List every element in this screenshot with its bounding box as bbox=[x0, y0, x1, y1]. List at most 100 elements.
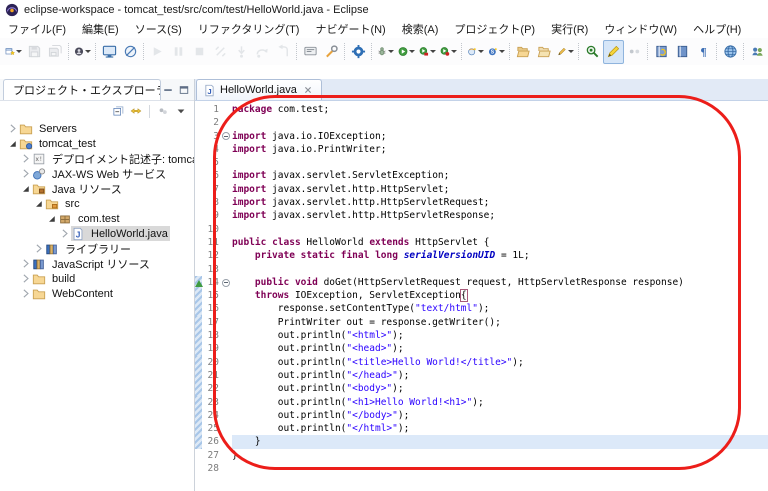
chevron-down-icon[interactable] bbox=[32, 197, 45, 210]
line-number[interactable]: 21 bbox=[202, 369, 219, 382]
line-number[interactable]: 4 bbox=[202, 143, 219, 156]
source-text[interactable]: out.println("</body>"); bbox=[232, 409, 768, 422]
line-number[interactable]: 11 bbox=[202, 236, 219, 249]
debug-dropdown-icon[interactable] bbox=[388, 50, 394, 53]
source-text[interactable]: import javax.servlet.http.HttpServletRes… bbox=[232, 209, 768, 222]
line-number[interactable]: 23 bbox=[202, 396, 219, 409]
line-number[interactable]: 16 bbox=[202, 302, 219, 315]
source-text[interactable]: import java.io.PrintWriter; bbox=[232, 143, 768, 156]
line-number[interactable]: 27 bbox=[202, 449, 219, 462]
line-number[interactable]: 7 bbox=[202, 183, 219, 196]
toolbar-debug-button[interactable] bbox=[375, 40, 396, 64]
source-text[interactable]: out.println("<body>"); bbox=[232, 382, 768, 395]
source-text[interactable]: out.println("<h1>Hello World!<h1>"); bbox=[232, 396, 768, 409]
source-text[interactable]: import java.io.IOException; bbox=[232, 130, 768, 143]
source-text[interactable]: import javax.servlet.http.HttpServlet; bbox=[232, 183, 768, 196]
chevron-right-icon[interactable] bbox=[6, 122, 19, 135]
code-line-12[interactable]: 12 private static final long serialVersi… bbox=[195, 249, 768, 262]
code-line-11[interactable]: 11 public class HelloWorld extends HttpSe… bbox=[195, 236, 768, 249]
profile-dropdown-icon[interactable] bbox=[451, 50, 457, 53]
tree-item-libraries[interactable]: ライブラリー bbox=[0, 241, 194, 256]
line-number[interactable]: 18 bbox=[202, 329, 219, 342]
source-text[interactable]: out.println("</html>"); bbox=[232, 422, 768, 435]
source-text[interactable]: out.println("<title>Hello World!</title>… bbox=[232, 356, 768, 369]
toolbar-import-folder-button[interactable] bbox=[513, 40, 534, 64]
menu-window[interactable]: ウィンドウ(W) bbox=[596, 19, 685, 39]
line-number[interactable]: 26 bbox=[202, 435, 219, 448]
toolbar-skip-breakpoints-button[interactable] bbox=[120, 40, 141, 64]
line-number[interactable]: 20 bbox=[202, 356, 219, 369]
code-line-13[interactable]: 13 bbox=[195, 263, 768, 276]
link-with-editor-button[interactable] bbox=[129, 104, 143, 118]
tree-item-com-test[interactable]: com.test bbox=[0, 211, 194, 226]
toolbar-mark-pen-button[interactable] bbox=[555, 40, 576, 64]
toolbar-new-server-button[interactable]: S bbox=[486, 40, 507, 64]
chevron-right-icon[interactable] bbox=[19, 257, 32, 270]
toolbar-servers-view-button[interactable] bbox=[348, 40, 369, 64]
line-number[interactable]: 5 bbox=[202, 156, 219, 169]
source-text[interactable]: } bbox=[232, 435, 768, 449]
new-server-dropdown-icon[interactable] bbox=[499, 50, 505, 53]
chevron-right-icon[interactable] bbox=[58, 227, 71, 240]
chevron-right-icon[interactable] bbox=[19, 167, 32, 180]
code-line-6[interactable]: 6 import javax.servlet.ServletException; bbox=[195, 169, 768, 182]
menu-edit[interactable]: 編集(E) bbox=[74, 19, 127, 39]
tab-helloworld-java[interactable]: J HelloWorld.java bbox=[196, 79, 322, 100]
toolbar-show-book-button[interactable] bbox=[672, 40, 693, 64]
toolbar-team-sync-button[interactable] bbox=[747, 40, 768, 64]
line-number[interactable]: 14 bbox=[202, 276, 219, 289]
source-text[interactable]: private static final long serialVersionU… bbox=[232, 249, 768, 262]
tree-item-tomcat-test[interactable]: tomcat_test bbox=[0, 136, 194, 151]
source-text[interactable]: import javax.servlet.http.HttpServletReq… bbox=[232, 196, 768, 209]
tree-item-src[interactable]: src bbox=[0, 196, 194, 211]
line-number[interactable]: 1 bbox=[202, 103, 219, 116]
tree-item-servers[interactable]: Servers bbox=[0, 121, 194, 136]
line-number[interactable]: 13 bbox=[202, 263, 219, 276]
minimize-view-button[interactable] bbox=[161, 83, 175, 97]
menu-source[interactable]: ソース(S) bbox=[127, 19, 190, 39]
source-text[interactable]: out.println("<head>"); bbox=[232, 342, 768, 355]
chevron-down-icon[interactable] bbox=[19, 182, 32, 195]
menu-search[interactable]: 検索(A) bbox=[394, 19, 447, 39]
code-line-8[interactable]: 8 import javax.servlet.http.HttpServletRe… bbox=[195, 196, 768, 209]
code-line-25[interactable]: 25 out.println("</html>"); bbox=[195, 422, 768, 436]
code-line-17[interactable]: 17 PrintWriter out = response.getWriter(… bbox=[195, 315, 768, 330]
toolbar-open-console-button[interactable] bbox=[99, 40, 120, 64]
code-line-2[interactable]: 2 bbox=[195, 116, 768, 129]
toolbar-profile-button[interactable] bbox=[438, 40, 459, 64]
fold-collapse-icon[interactable] bbox=[219, 132, 232, 141]
new-wizard-dropdown-icon[interactable] bbox=[16, 50, 22, 53]
line-number[interactable]: 17 bbox=[202, 316, 219, 329]
toolbar-highlight-pen-button[interactable] bbox=[603, 39, 624, 64]
tree-item-helloworld-java[interactable]: J HelloWorld.java bbox=[0, 226, 194, 241]
toolbar-coverage-button[interactable] bbox=[417, 40, 438, 64]
source-text[interactable]: PrintWriter out = response.getWriter(); bbox=[232, 316, 768, 329]
menu-file[interactable]: ファイル(F) bbox=[0, 19, 74, 39]
code-line-16[interactable]: 16 response.setContentType("text/html"); bbox=[195, 302, 768, 316]
code-line-18[interactable]: 18 out.println("<html>"); bbox=[195, 329, 768, 343]
chevron-right-icon[interactable] bbox=[19, 152, 32, 165]
toolbar-show-whitespace-button[interactable]: ¶ bbox=[693, 40, 714, 64]
source-text[interactable]: out.println("<html>"); bbox=[232, 329, 768, 342]
menu-run[interactable]: 実行(R) bbox=[543, 19, 596, 39]
code-line-7[interactable]: 7 import javax.servlet.http.HttpServlet; bbox=[195, 183, 768, 196]
line-number[interactable]: 8 bbox=[202, 196, 219, 209]
line-number[interactable]: 3 bbox=[202, 130, 219, 143]
toolbar-user-account-button[interactable] bbox=[72, 40, 93, 64]
code-line-19[interactable]: 19 out.println("<head>"); bbox=[195, 342, 768, 356]
fold-collapse-icon[interactable] bbox=[219, 278, 232, 287]
toolbar-launch-config-button[interactable] bbox=[321, 40, 342, 64]
toolbar-open-web-browser-button[interactable] bbox=[720, 40, 741, 64]
menu-refactor[interactable]: リファクタリング(T) bbox=[190, 19, 308, 39]
code-line-22[interactable]: 22 out.println("<body>"); bbox=[195, 382, 768, 396]
line-number[interactable]: 9 bbox=[202, 209, 219, 222]
toolbar-export-folder-button[interactable] bbox=[534, 40, 555, 64]
tree-item-java-resources[interactable]: Java リソース bbox=[0, 181, 194, 196]
code-line-21[interactable]: 21 out.println("</head>"); bbox=[195, 368, 768, 383]
filter-button[interactable] bbox=[156, 104, 170, 118]
code-line-15[interactable]: 15 throws IOException, ServletException{ bbox=[195, 289, 768, 303]
toolbar-build-doc-button[interactable] bbox=[651, 40, 672, 64]
toolbar-new-wizard-button[interactable] bbox=[3, 40, 24, 64]
code-editor[interactable]: 1 package com.test; 2 3 import java.io.IOExc… bbox=[195, 101, 768, 491]
line-number[interactable]: 15 bbox=[202, 289, 219, 302]
